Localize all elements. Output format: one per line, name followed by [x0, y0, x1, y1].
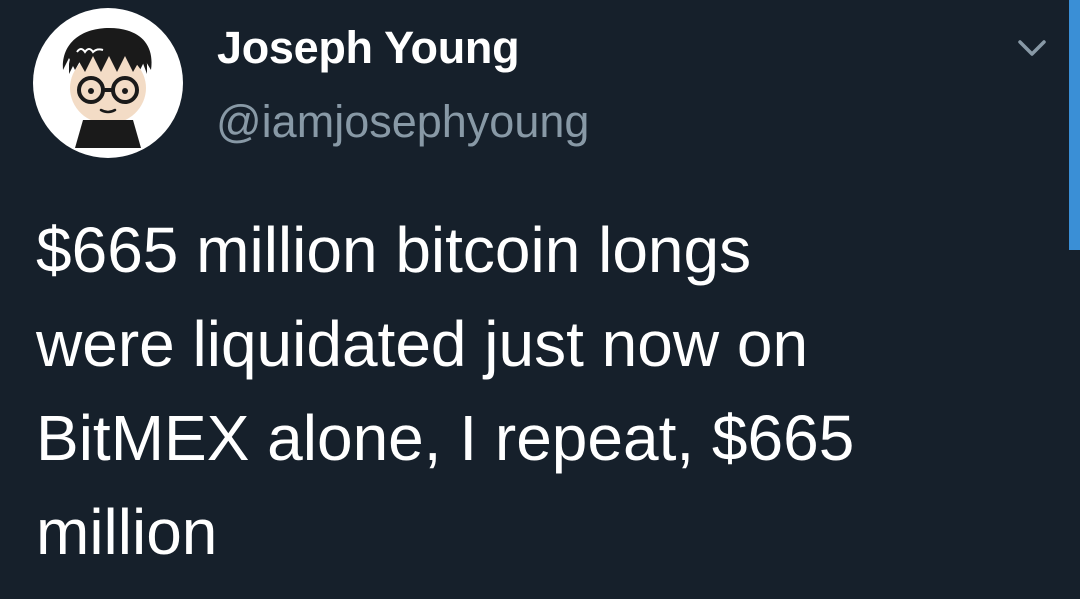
- chevron-down-icon[interactable]: [1012, 34, 1052, 62]
- tweet-text-line: $665 million bitcoin longs: [36, 214, 752, 286]
- tweet-text: $665 million bitcoin longs were liquidat…: [36, 203, 1036, 579]
- tweet-text-line: were liquidated just now on: [36, 308, 809, 380]
- avatar[interactable]: [33, 8, 183, 158]
- user-handle[interactable]: @iamjosephyoung: [216, 96, 589, 148]
- tweet-text-line: million: [36, 496, 218, 568]
- cartoon-avatar-with-glasses-icon: [62, 28, 152, 148]
- scrollbar[interactable]: [1069, 0, 1080, 250]
- tweet-text-line: BitMEX alone, I repeat, $665: [36, 402, 855, 474]
- display-name[interactable]: Joseph Young: [217, 22, 520, 74]
